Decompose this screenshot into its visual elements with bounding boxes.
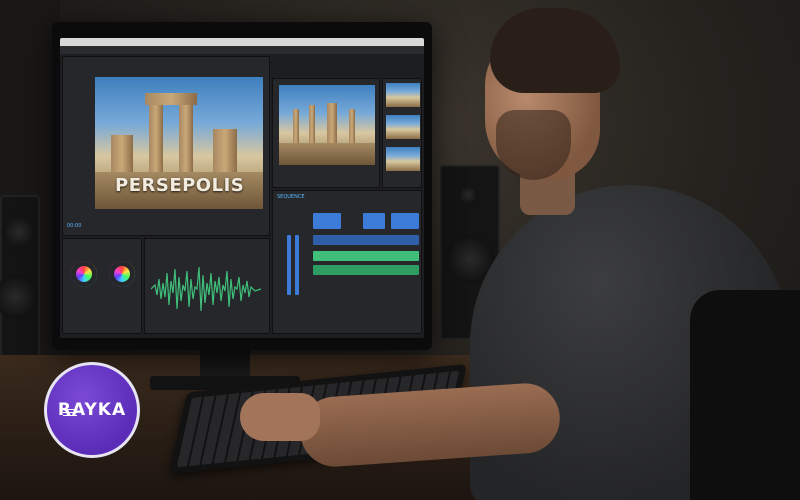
source-preview-image: [279, 85, 375, 165]
monitor: PERSEPOLIS 00:00 SEQUENCE: [52, 22, 432, 350]
source-monitor-panel: [272, 78, 380, 188]
thumbnail[interactable]: [386, 83, 420, 107]
person-hair: [490, 8, 620, 93]
audio-panel: [144, 238, 270, 334]
video-track[interactable]: [313, 235, 419, 245]
left-speaker: [0, 195, 40, 360]
person-hand: [240, 393, 320, 441]
audio-meter: [295, 235, 299, 295]
color-wheel-icon[interactable]: [109, 261, 135, 287]
video-clip[interactable]: [313, 213, 341, 229]
color-panel: [62, 238, 142, 334]
video-editor-screen: PERSEPOLIS 00:00 SEQUENCE: [60, 38, 424, 338]
sequence-label: SEQUENCE: [277, 194, 305, 200]
program-monitor-panel: PERSEPOLIS 00:00: [62, 56, 270, 236]
menu-bar: [60, 46, 424, 54]
video-title-overlay: PERSEPOLIS: [115, 175, 245, 196]
audio-meter: [287, 235, 291, 295]
media-bin-panel: [382, 78, 422, 188]
audio-track[interactable]: [313, 265, 419, 275]
video-clip[interactable]: [363, 213, 385, 229]
brand-logo: RAYKA: [44, 362, 140, 458]
audio-track[interactable]: [313, 251, 419, 261]
chair: [690, 290, 800, 500]
timecode-label: 00:00: [67, 223, 82, 229]
browser-bar: [60, 38, 424, 46]
waveform-icon: [151, 266, 261, 312]
color-wheel-icon[interactable]: [71, 261, 97, 287]
editing-workspace-scene: PERSEPOLIS 00:00 SEQUENCE RAYKA: [0, 0, 800, 500]
thumbnail[interactable]: [386, 115, 420, 139]
timeline-panel: SEQUENCE: [272, 190, 422, 334]
thumbnail[interactable]: [386, 147, 420, 171]
video-clip[interactable]: [391, 213, 419, 229]
